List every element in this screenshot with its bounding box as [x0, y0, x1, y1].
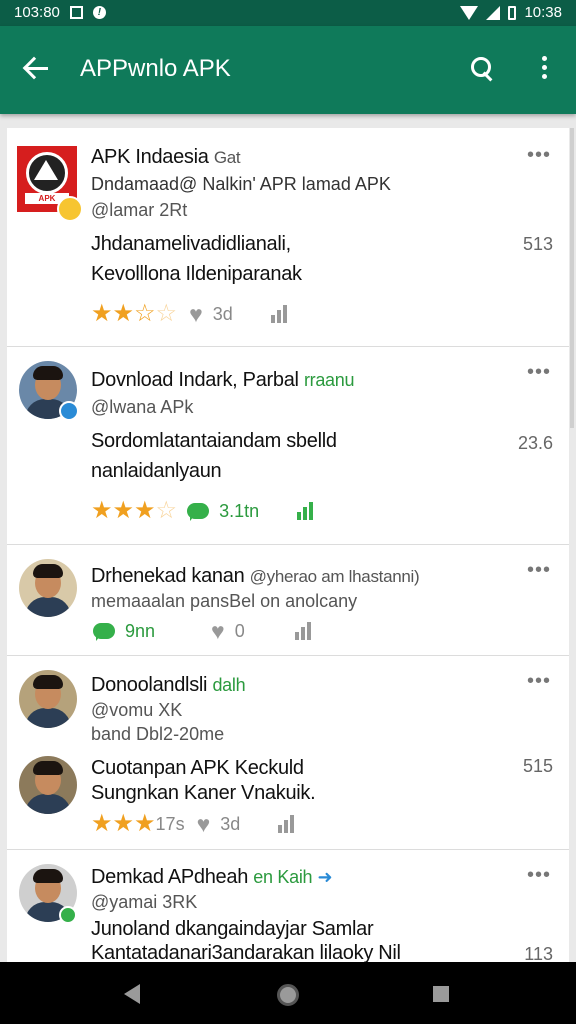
post-subtitle: band Dbl2-20me: [91, 724, 225, 744]
author-name: Demkad APdheah: [91, 866, 249, 888]
star-icon: ★: [91, 497, 113, 524]
comment-icon[interactable]: [93, 623, 115, 641]
app-bar: APPwnlo APK: [0, 26, 576, 114]
rating-text: 17s: [155, 813, 185, 834]
star-icon: ★: [112, 497, 135, 524]
search-icon[interactable]: [468, 54, 498, 84]
post-metric: 9nn: [125, 620, 156, 641]
post-age: 3d: [220, 813, 241, 834]
post-text-line-1: Sordomlatantaiandam sbelld: [91, 430, 337, 452]
notification-icon: [69, 6, 83, 19]
post-text-line-2: nanlaidanlyaun: [91, 460, 222, 482]
status-bar: 103:80 ! 10:38: [0, 0, 576, 26]
post-author[interactable]: Dovnload Indark, Parbal rraanu: [91, 369, 354, 392]
wifi-icon: [460, 5, 479, 20]
stats-icon[interactable]: [297, 502, 314, 520]
more-horiz-icon[interactable]: •••: [527, 145, 551, 165]
author-name: Drhenekad kanan: [91, 565, 245, 587]
post-author[interactable]: Demkad APdheah en Kaih ➜: [91, 866, 333, 889]
author-extra: en Kaih: [253, 867, 313, 887]
status-time-left: 103:80: [14, 4, 60, 21]
post-handle: memaaalan pansBel on anolcany: [91, 591, 358, 611]
post-handle: @lwana APk: [91, 397, 194, 417]
emoji-icon: [57, 196, 83, 222]
feed-list: APK APK Indaesia Gat ••• Dndamaad@ Nalki…: [7, 128, 569, 962]
post-count: 113: [524, 944, 553, 962]
more-vert-icon[interactable]: [535, 56, 553, 84]
star-empty-icon: ☆: [155, 300, 178, 327]
avatar[interactable]: [19, 756, 77, 814]
post-count: 515: [522, 756, 553, 776]
post-metric: 3.1tn: [219, 500, 260, 521]
star-half-icon: ☆: [134, 300, 156, 327]
star-icon: ★: [91, 810, 113, 837]
author-extra: Gat: [213, 148, 241, 167]
post-age: 3d: [212, 303, 233, 324]
star-icon: ★: [134, 497, 156, 524]
status-badge: [59, 906, 77, 924]
post-actions: ★ ★ ★ ☆ 3.1tn: [91, 497, 314, 525]
page-title: APPwnlo APK: [80, 55, 231, 82]
post-author[interactable]: Donoolandlsli dalh: [91, 674, 246, 697]
post-text-line-2: Kantatadanari3andarakan lilaoky Nil: [91, 942, 401, 962]
list-item[interactable]: Dovnload Indark, Parbal rraanu ••• @lwan…: [7, 347, 569, 545]
post-handle: @vomu XK: [91, 700, 183, 720]
star-icon: ★: [112, 300, 135, 327]
star-icon: ★: [112, 810, 135, 837]
nav-home-icon[interactable]: [277, 984, 299, 1006]
post-handle: @lamar 2Rt: [91, 200, 188, 220]
stats-icon[interactable]: [294, 622, 311, 640]
scrollbar[interactable]: [570, 128, 574, 428]
heart-icon[interactable]: ♥: [197, 811, 211, 838]
post-actions: ★ ★ ★ 17s ♥ 3d: [91, 810, 295, 838]
system-nav-bar: [0, 962, 576, 1024]
author-extra: @yherao am lhastanni): [249, 567, 420, 586]
avatar[interactable]: [19, 670, 77, 728]
author-name: APK Indaesia: [91, 146, 209, 168]
info-icon: !: [92, 6, 106, 19]
author-name: Donoolandlsli: [91, 674, 208, 696]
more-horiz-icon[interactable]: •••: [527, 865, 551, 885]
list-item[interactable]: Demkad APdheah en Kaih ➜ ••• @yamai 3RK …: [7, 850, 569, 962]
star-empty-icon: ☆: [155, 497, 178, 524]
post-subtitle: Dndamaad@ Nalkin' APR lamad APK: [91, 174, 391, 194]
post-text-line-1: Jhdanamelivadidlianali,: [91, 233, 291, 255]
nav-recents-icon[interactable]: [433, 986, 449, 1002]
post-metric-2: 0: [234, 620, 245, 641]
author-extra: rraanu: [303, 370, 355, 390]
verified-icon: [59, 401, 79, 421]
stats-icon[interactable]: [278, 815, 295, 833]
status-time-right: 10:38: [524, 4, 562, 21]
post-text-line-2: Sungnkan Kaner Vnakuik.: [91, 782, 316, 804]
arrow-back-icon[interactable]: [22, 54, 52, 84]
post-actions: 9nn ♥ 0: [91, 617, 311, 645]
post-author[interactable]: Drhenekad kanan @yherao am lhastanni): [91, 565, 420, 588]
list-item[interactable]: Drhenekad kanan @yherao am lhastanni) ••…: [7, 545, 569, 656]
comment-icon[interactable]: [187, 503, 210, 521]
post-count: 23.6: [517, 433, 553, 453]
list-item[interactable]: Donoolandlsli dalh ••• @vomu XK band Dbl…: [7, 656, 569, 850]
post-author[interactable]: APK Indaesia Gat: [91, 146, 241, 169]
author-name: Dovnload Indark, Parbal: [91, 369, 299, 391]
star-half-icon: ★: [134, 810, 156, 837]
stats-icon[interactable]: [270, 305, 287, 323]
post-handle: @yamai 3RK: [91, 892, 198, 912]
link-icon: ➜: [317, 867, 333, 887]
more-horiz-icon[interactable]: •••: [527, 362, 551, 382]
post-text-line-2: Kevolllona Ildeniparanak: [91, 263, 302, 285]
post-actions: ★ ★ ☆ ☆ ♥ 3d: [91, 300, 287, 328]
battery-icon: [508, 5, 517, 20]
list-item[interactable]: APK APK Indaesia Gat ••• Dndamaad@ Nalki…: [7, 128, 569, 347]
signal-icon: [486, 5, 501, 20]
star-icon: ★: [91, 300, 113, 327]
more-horiz-icon[interactable]: •••: [527, 671, 551, 691]
heart-icon[interactable]: ♥: [189, 301, 203, 328]
post-count: 513: [522, 234, 553, 254]
author-extra: dalh: [212, 675, 246, 695]
avatar[interactable]: [19, 559, 77, 617]
nav-back-icon[interactable]: [124, 984, 140, 1004]
heart-icon[interactable]: ♥: [211, 618, 225, 645]
more-horiz-icon[interactable]: •••: [527, 560, 551, 580]
